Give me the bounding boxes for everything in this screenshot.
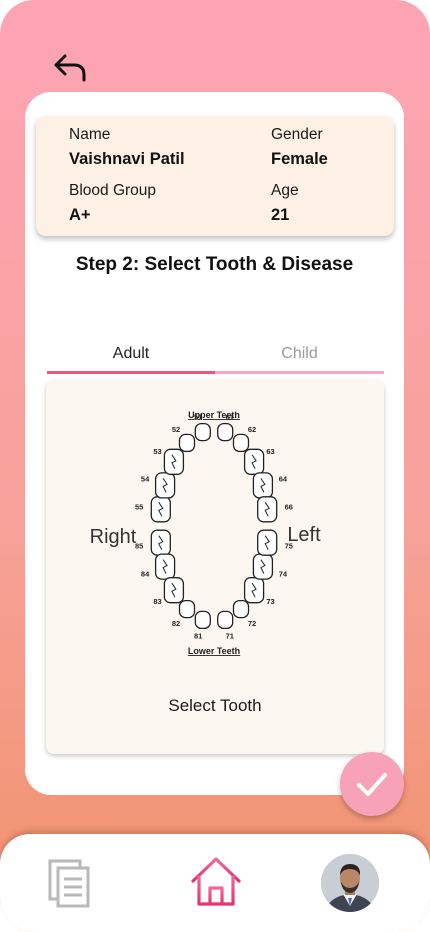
upper-tooth-number: 64	[279, 475, 288, 484]
lower-tooth-71[interactable]	[217, 610, 234, 630]
upper-tooth-52[interactable]	[178, 433, 196, 453]
gender-value: Female	[271, 150, 328, 168]
blood-group-label: Blood Group	[69, 182, 157, 199]
patient-info-card: Name Vaishnavi Patil Gender Female Blood…	[36, 116, 394, 236]
right-side-label: Right	[90, 526, 137, 548]
age-label: Age	[271, 182, 299, 199]
upper-tooth-62[interactable]	[232, 433, 250, 453]
name-value: Vaishnavi Patil	[69, 150, 185, 168]
age-value: 21	[271, 206, 290, 224]
upper-tooth-number: 63	[266, 447, 274, 456]
lower-tooth-72[interactable]	[232, 599, 250, 619]
gender-label: Gender	[271, 126, 323, 143]
tooth-numbers-group: 55 54 53 52 51 61 62 63 64 66 85 84 83 82 81 71 72 73 74 75	[135, 412, 293, 640]
tab-child[interactable]: Child	[215, 342, 384, 374]
lower-tooth-number: 74	[279, 569, 288, 578]
check-icon	[357, 773, 387, 796]
lower-tooth-number: 73	[266, 597, 274, 606]
blood-group-field: Blood Group A+	[69, 182, 156, 225]
gender-field: Gender Female	[271, 126, 328, 169]
lower-teeth-label: Lower Teeth	[188, 646, 240, 656]
upper-tooth-number: 62	[248, 425, 256, 434]
back-arrow-icon	[54, 54, 86, 82]
lower-tooth-number: 71	[226, 632, 234, 641]
upper-tooth-number: 54	[141, 475, 150, 484]
tooth-chart[interactable]: Upper Teeth Lower Teeth Right Left 55545…	[46, 380, 384, 680]
documents-icon	[48, 859, 90, 908]
lower-tooth-number: 84	[141, 569, 150, 578]
upper-tooth-number: 55	[135, 503, 143, 512]
back-button[interactable]	[48, 48, 92, 88]
lower-tooth-number: 75	[285, 541, 293, 550]
main-card: Name Vaishnavi Patil Gender Female Blood…	[25, 92, 404, 795]
lower-tooth-82[interactable]	[178, 599, 196, 619]
blood-group-value: A+	[69, 206, 91, 224]
tab-adult[interactable]: Adult	[47, 342, 215, 374]
age-field: Age 21	[271, 182, 299, 225]
lower-tooth-number: 82	[172, 619, 180, 628]
nav-profile[interactable]	[321, 854, 379, 912]
home-icon	[191, 857, 241, 906]
upper-tooth-number: 52	[172, 425, 180, 434]
bottom-navigation	[0, 834, 430, 932]
upper-tooth-51[interactable]	[194, 422, 211, 442]
lower-tooth-number: 72	[248, 619, 256, 628]
nav-documents[interactable]	[46, 858, 94, 910]
lower-tooth-number: 81	[194, 632, 202, 641]
confirm-button[interactable]	[340, 752, 404, 816]
upper-tooth-61[interactable]	[217, 422, 234, 442]
upper-tooth-number: 53	[153, 447, 161, 456]
teeth-group	[150, 422, 278, 630]
select-tooth-prompt: Select Tooth	[168, 696, 262, 715]
upper-tooth-number: 66	[285, 503, 293, 512]
lower-tooth-number: 85	[135, 541, 143, 550]
app-screen: Name Vaishnavi Patil Gender Female Blood…	[0, 0, 430, 932]
upper-tooth-number: 61	[226, 412, 234, 421]
tooth-chart-panel: Upper Teeth Lower Teeth Right Left 55 54 5…	[46, 380, 384, 754]
name-label: Name	[69, 126, 111, 143]
upper-tooth-number: 51	[194, 412, 202, 421]
nav-home[interactable]	[188, 854, 244, 910]
lower-tooth-number: 83	[153, 597, 161, 606]
avatar	[321, 854, 379, 912]
lower-tooth-81[interactable]	[194, 610, 211, 630]
tab-bar: Adult Child	[47, 342, 384, 374]
name-field: Name Vaishnavi Patil	[69, 126, 185, 169]
step-title: Step 2: Select Tooth & Disease	[75, 254, 354, 275]
